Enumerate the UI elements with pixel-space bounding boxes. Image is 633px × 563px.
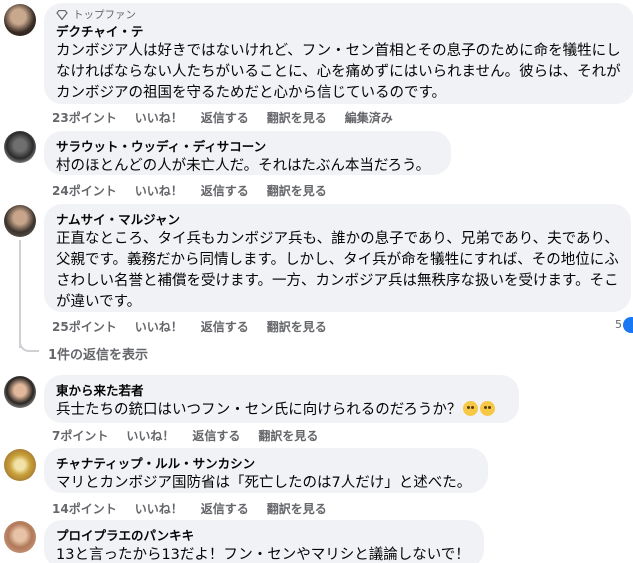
translate-button[interactable]: 翻訳を見る: [267, 318, 327, 335]
comment-author[interactable]: サラウット・ウッディ・ディサコーン: [56, 138, 439, 155]
avatar[interactable]: [4, 449, 36, 481]
reply-button[interactable]: 返信する: [201, 500, 249, 517]
translate-button[interactable]: 翻訳を見る: [258, 427, 318, 444]
comment-author[interactable]: プロイプラエのパンキキ: [56, 527, 472, 544]
like-button[interactable]: いいね！: [135, 500, 183, 517]
comment-text: 13と言ったから13だよ！フン・センやマリシと議論しないで！: [56, 547, 470, 563]
comment-bubble: 東から来た若者 兵士たちの銃口はいつフン・セン氏に向けられるのだろうか？: [44, 375, 519, 423]
teary-face-emoji-icon: [463, 401, 479, 416]
comment-author[interactable]: 東から来た若者: [56, 382, 507, 399]
reply-button[interactable]: 返信する: [201, 109, 249, 126]
like-button[interactable]: いいね！: [126, 427, 174, 444]
comment-text: カンボジア人は好きではないけれど、フン・セン首相とその息子のために命を犠牲にしな…: [56, 43, 621, 101]
comment-actions: 23ポイント いいね！ 返信する 翻訳を見る 編集済み: [52, 109, 411, 126]
like-button[interactable]: いいね！: [135, 318, 183, 335]
comment-bubble: サラウット・ウッディ・ディサコーン 村のほとんどの人が未亡人だ。それはたぶん本当…: [44, 131, 451, 175]
view-replies-link[interactable]: 1件の返信を表示: [48, 344, 148, 363]
edited-label[interactable]: 編集済み: [345, 109, 393, 126]
avatar[interactable]: [4, 131, 36, 163]
points-count: 14ポイント: [52, 502, 117, 516]
translate-button[interactable]: 翻訳を見る: [267, 182, 327, 199]
comment-actions: 25ポイント いいね！ 返信する 翻訳を見る: [52, 318, 345, 335]
comment-author[interactable]: ナムサイ・マルジャン: [56, 211, 619, 228]
points-count: 7ポイント: [52, 429, 109, 443]
points-count: 25ポイント: [52, 320, 117, 334]
comment-text-content: 兵士たちの銃口はいつフン・セン氏に向けられるのだろうか？: [56, 402, 462, 418]
reaction-icon[interactable]: [623, 317, 633, 333]
translate-button[interactable]: 翻訳を見る: [267, 109, 327, 126]
avatar[interactable]: [4, 205, 36, 237]
points-count: 24ポイント: [52, 184, 117, 198]
reply-button[interactable]: 返信する: [201, 182, 249, 199]
thread-line: [19, 240, 21, 348]
points-count: 23ポイント: [52, 111, 117, 125]
reply-button[interactable]: 返信する: [201, 318, 249, 335]
top-fan-badge: トップファン: [56, 8, 622, 22]
comment-actions: 7ポイント いいね！ 返信する 翻訳を見る: [52, 427, 336, 444]
comment-text: 正直なところ、タイ兵もカンボジア兵も、誰かの息子であり、兄弟であり、夫であり、父…: [56, 231, 619, 310]
comment-author[interactable]: デクチャイ・テ: [56, 23, 622, 40]
diamond-icon: [56, 10, 68, 20]
avatar[interactable]: [4, 376, 36, 408]
badge-label: トップファン: [73, 9, 136, 21]
comment-bubble: プロイプラエのパンキキ 13と言ったから13だよ！フン・センやマリシと議論しない…: [44, 520, 484, 563]
like-button[interactable]: いいね！: [135, 182, 183, 199]
avatar[interactable]: [4, 4, 36, 36]
comment-bubble: チャナティップ・ルル・サンカシン マリとカンボジア国防省は「死亡したのは7人だけ…: [44, 448, 488, 493]
reply-button[interactable]: 返信する: [192, 427, 240, 444]
comment-text: 兵士たちの銃口はいつフン・セン氏に向けられるのだろうか？: [56, 400, 507, 421]
comment-text: 村のほとんどの人が未亡人だ。それはたぶん本当だろう。: [56, 158, 431, 174]
reaction-count[interactable]: 5: [615, 318, 622, 331]
avatar[interactable]: [4, 521, 36, 553]
teary-face-emoji-icon: [480, 401, 496, 416]
comment-actions: 24ポイント いいね！ 返信する 翻訳を見る: [52, 182, 345, 199]
comment-bubble: ナムサイ・マルジャン 正直なところ、タイ兵もカンボジア兵も、誰かの息子であり、兄…: [44, 204, 631, 312]
comment-author[interactable]: チャナティップ・ルル・サンカシン: [56, 455, 476, 472]
comment-text: マリとカンボジア国防省は「死亡したのは7人だけ」と述べた。: [56, 475, 472, 491]
thread-line-curve: [19, 338, 39, 352]
comment-bubble: トップファン デクチャイ・テ カンボジア人は好きではないけれど、フン・セン首相と…: [44, 3, 633, 104]
translate-button[interactable]: 翻訳を見る: [267, 500, 327, 517]
like-button[interactable]: いいね！: [135, 109, 183, 126]
comment-actions: 14ポイント いいね！ 返信する 翻訳を見る: [52, 500, 345, 517]
